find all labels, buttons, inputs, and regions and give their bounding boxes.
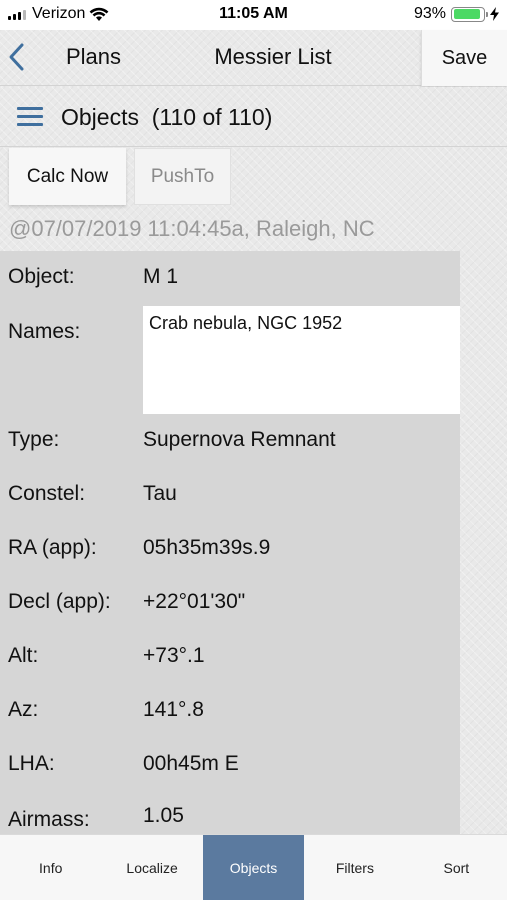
detail-row-constel: Constel: Tau (0, 482, 460, 522)
status-right: 93% (414, 5, 499, 23)
airmass-label: Airmass: (8, 808, 90, 831)
tab-info[interactable]: Info (0, 835, 101, 900)
decl-value: +22°01'30" (143, 590, 246, 613)
list-header: Objects (110 of 110) (0, 87, 507, 147)
ra-label: RA (app): (8, 536, 97, 559)
list-title: Objects (110 of 110) (61, 104, 273, 130)
battery-fill (453, 9, 481, 19)
alt-label: Alt: (8, 644, 39, 667)
detail-row-object: Object: M 1 (0, 265, 460, 305)
lha-value: 00h45m E (143, 752, 239, 775)
az-value: 141°.8 (143, 698, 204, 721)
names-label: Names: (8, 320, 81, 343)
save-button[interactable]: Save (421, 30, 507, 86)
type-label: Type: (8, 428, 60, 451)
detail-row-airmass: Airmass: 1.05 (0, 804, 460, 834)
tab-filters[interactable]: Filters (304, 835, 405, 900)
detail-row-az: Az: 141°.8 (0, 698, 460, 738)
menu-icon[interactable] (17, 107, 43, 127)
page-title: Messier List (214, 44, 332, 69)
constel-value: Tau (143, 482, 177, 505)
chevron-left-icon[interactable] (6, 42, 28, 72)
airmass-value: 1.05 (143, 804, 184, 827)
tab-localize[interactable]: Localize (101, 835, 202, 900)
action-buttons: Calc Now PushTo (0, 148, 507, 206)
status-bar: Verizon 11:05 AM 93% (0, 0, 507, 30)
detail-row-lha: LHA: 00h45m E (0, 752, 460, 792)
ra-value: 05h35m39s.9 (143, 536, 271, 559)
battery-icon (451, 6, 488, 22)
detail-row-alt: Alt: +73°.1 (0, 644, 460, 684)
detail-row-decl: Decl (app): +22°01'30" (0, 590, 460, 630)
lha-label: LHA: (8, 752, 55, 775)
tab-sort[interactable]: Sort (406, 835, 507, 900)
object-label: Object: (8, 265, 75, 288)
nav-bar: Plans Messier List Save (0, 30, 507, 86)
type-value: Supernova Remnant (143, 428, 336, 451)
object-value: M 1 (143, 265, 179, 288)
tab-objects[interactable]: Objects (202, 835, 305, 900)
az-label: Az: (8, 698, 39, 721)
charging-bolt-icon (490, 7, 499, 21)
object-details: Object: M 1 Names: Crab nebula, NGC 1952… (0, 251, 460, 834)
tab-bar: Info Localize Objects Filters Sort (0, 834, 507, 900)
detail-row-ra: RA (app): 05h35m39s.9 (0, 536, 460, 576)
names-field[interactable]: Crab nebula, NGC 1952 (143, 306, 460, 414)
calculation-timestamp: @07/07/2019 11:04:45a, Raleigh, NC (9, 216, 375, 241)
constel-label: Constel: (8, 482, 86, 505)
back-button[interactable]: Plans (66, 44, 121, 70)
detail-row-type: Type: Supernova Remnant (0, 428, 460, 468)
battery-percent: 93% (413, 5, 446, 22)
pushto-button[interactable]: PushTo (134, 148, 231, 205)
alt-value: +73°.1 (143, 644, 205, 667)
decl-label: Decl (app): (8, 590, 111, 613)
calc-now-button[interactable]: Calc Now (9, 148, 126, 205)
